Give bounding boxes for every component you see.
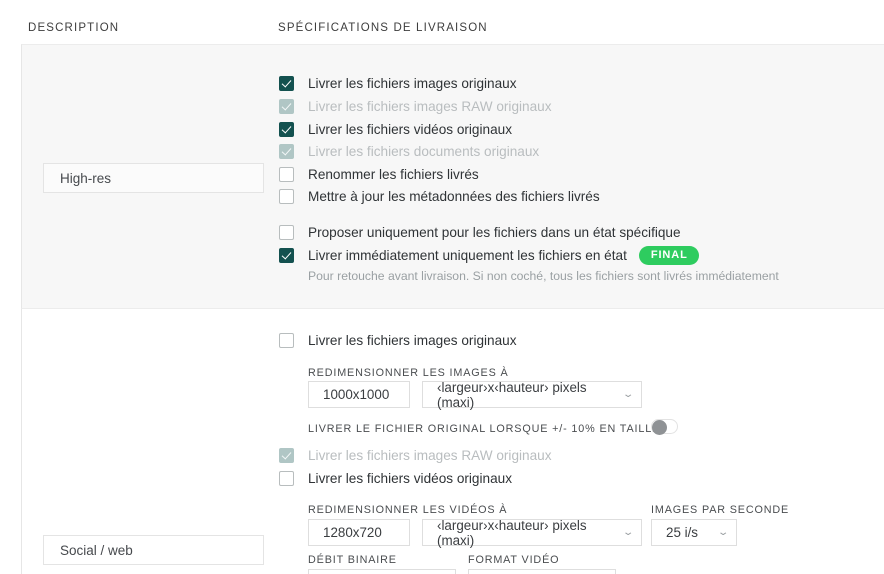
input-resize-images-dimensions[interactable]: 1000x1000: [308, 381, 410, 408]
checkbox-label: Livrer immédiatement uniquement les fich…: [308, 247, 627, 263]
checkbox-rename-delivered-files[interactable]: [279, 166, 294, 182]
checkbox-row-update-metadata[interactable]: Mettre à jour les métadonnées des fichie…: [279, 186, 600, 206]
input-value: 1280x720: [323, 525, 382, 540]
select-bitrate[interactable]: ⌄: [308, 569, 456, 574]
delivery-specifications-page: DESCRIPTION SPÉCIFICATIONS DE LIVRAISON …: [0, 0, 884, 574]
checkbox-row-deliver-original-videos[interactable]: Livrer les fichiers vidéos originaux: [279, 468, 512, 488]
checkbox-row-deliver-original-raw[interactable]: Livrer les fichiers images RAW originaux: [279, 445, 552, 465]
chevron-down-icon: ⌄: [621, 388, 634, 400]
select-resize-videos-unit[interactable]: ‹largeur›x‹hauteur› pixels (maxi) ⌄: [422, 517, 642, 548]
chevron-down-icon: ⌄: [716, 526, 729, 538]
checkbox-label: Livrer les fichiers images originaux: [308, 332, 517, 348]
label-frames-per-second: IMAGES PAR SECONDE: [651, 504, 790, 516]
status-badge-final: FINAL: [638, 245, 699, 265]
input-value: 1000x1000: [323, 387, 390, 402]
preset-name-input-social-web[interactable]: Social / web: [43, 535, 264, 565]
column-headers: DESCRIPTION SPÉCIFICATIONS DE LIVRAISON: [0, 0, 884, 44]
checkbox-label: Livrer les fichiers images originaux: [308, 75, 517, 91]
checkbox-label: Livrer les fichiers images RAW originaux: [308, 447, 552, 463]
checkbox-deliver-original-documents[interactable]: [279, 143, 294, 159]
checkbox-label: Renommer les fichiers livrés: [308, 166, 479, 182]
checkbox-deliver-original-videos[interactable]: [279, 470, 294, 486]
label-bitrate: DÉBIT BINAIRE: [308, 554, 397, 566]
select-resize-images-unit[interactable]: ‹largeur›x‹hauteur› pixels (maxi) ⌄: [422, 379, 642, 410]
checkbox-row-deliver-original-images[interactable]: Livrer les fichiers images originaux: [279, 330, 517, 350]
checkbox-row-deliver-immediately-final[interactable]: Livrer immédiatement uniquement les fich…: [279, 245, 699, 265]
checkbox-deliver-original-raw[interactable]: [279, 98, 294, 114]
preset-row-high-res: High-res Livrer les fichiers images orig…: [21, 44, 884, 309]
checkbox-row-deliver-original-images[interactable]: Livrer les fichiers images originaux: [279, 73, 517, 93]
label-original-tolerance: LIVRER LE FICHIER ORIGINAL LORSQUE +/- 1…: [308, 423, 661, 435]
select-value: ‹largeur›x‹hauteur› pixels (maxi): [437, 517, 587, 548]
preset-name-value: High-res: [60, 170, 112, 186]
checkbox-offer-only-specific-state[interactable]: [279, 224, 294, 240]
checkbox-label: Livrer les fichiers images RAW originaux: [308, 98, 552, 114]
preset-row-social-web: Social / web Livrer les fichiers images …: [21, 309, 884, 574]
toggle-knob: [652, 420, 667, 435]
select-value: 25 i/s: [666, 525, 699, 540]
label-resize-images: REDIMENSIONNER LES IMAGES À: [308, 367, 509, 379]
chevron-down-icon: ⌄: [621, 526, 634, 538]
checkbox-update-metadata[interactable]: [279, 188, 294, 204]
input-resize-videos-dimensions[interactable]: 1280x720: [308, 519, 410, 546]
checkbox-label: Livrer les fichiers vidéos originaux: [308, 470, 512, 486]
label-resize-videos: REDIMENSIONNER LES VIDÉOS À: [308, 504, 508, 516]
checkbox-deliver-original-images[interactable]: [279, 75, 294, 91]
label-video-format: FORMAT VIDÉO: [468, 554, 560, 566]
column-header-delivery-specs: SPÉCIFICATIONS DE LIVRAISON: [278, 22, 488, 34]
checkbox-label: Livrer les fichiers documents originaux: [308, 143, 540, 159]
select-value: ‹largeur›x‹hauteur› pixels (maxi): [437, 379, 587, 410]
checkbox-row-offer-only-specific-state[interactable]: Proposer uniquement pour les fichiers da…: [279, 222, 681, 242]
checkbox-label: Proposer uniquement pour les fichiers da…: [308, 224, 681, 240]
checkbox-deliver-immediately-final[interactable]: [279, 247, 294, 263]
checkbox-row-deliver-original-raw[interactable]: Livrer les fichiers images RAW originaux: [279, 96, 552, 116]
checkbox-label: Livrer les fichiers vidéos originaux: [308, 121, 512, 137]
checkbox-row-deliver-original-videos[interactable]: Livrer les fichiers vidéos originaux: [279, 119, 512, 139]
preset-name-value: Social / web: [60, 542, 133, 558]
select-video-format[interactable]: ⌄: [468, 569, 616, 574]
toggle-deliver-original-when-close-size[interactable]: [651, 419, 678, 435]
checkbox-deliver-original-raw[interactable]: [279, 447, 294, 463]
checkbox-deliver-original-videos[interactable]: [279, 121, 294, 137]
select-frames-per-second[interactable]: 25 i/s ⌄: [651, 519, 737, 546]
checkbox-row-deliver-original-documents[interactable]: Livrer les fichiers documents originaux: [279, 141, 539, 161]
checkbox-deliver-original-images[interactable]: [279, 332, 294, 348]
checkbox-row-rename-delivered-files[interactable]: Renommer les fichiers livrés: [279, 164, 479, 184]
checkbox-label: Mettre à jour les métadonnées des fichie…: [308, 188, 600, 204]
preset-name-input-high-res[interactable]: High-res: [43, 163, 264, 193]
column-header-description: DESCRIPTION: [28, 22, 120, 34]
deliver-immediately-hint: Pour retouche avant livraison. Si non co…: [308, 269, 779, 283]
